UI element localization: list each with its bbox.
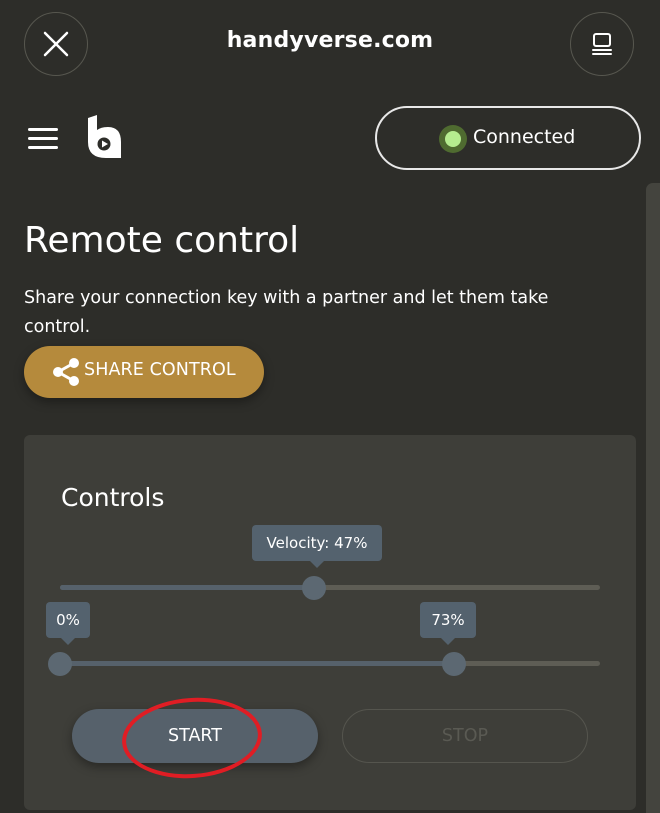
share-icon	[53, 358, 79, 386]
velocity-slider-thumb[interactable]	[302, 576, 326, 600]
stop-button[interactable]: STOP	[342, 709, 588, 763]
velocity-tooltip: Velocity: 47%	[252, 525, 382, 568]
range-min-tooltip: 0%	[46, 602, 90, 645]
share-control-button[interactable]: SHARE CONTROL	[24, 346, 264, 398]
range-max-tooltip: 73%	[420, 602, 476, 645]
velocity-slider-fill	[60, 585, 314, 590]
page-title: Remote control	[24, 220, 300, 261]
share-control-label: SHARE CONTROL	[84, 360, 236, 380]
controls-title: Controls	[61, 483, 165, 512]
url-label[interactable]: handyverse.com	[130, 28, 530, 53]
page-description: Share your connection key with a partner…	[24, 288, 549, 337]
connection-status-label: Connected	[473, 126, 576, 148]
range-slider-max-thumb[interactable]	[442, 652, 466, 676]
controls-card: Controls Velocity: 47% 0% 73% START STOP	[24, 435, 636, 810]
tabs-button[interactable]	[570, 12, 634, 76]
connection-status-pill[interactable]: Connected	[375, 106, 641, 170]
hamburger-menu-icon[interactable]	[28, 128, 58, 150]
range-slider-min-thumb[interactable]	[48, 652, 72, 676]
close-button[interactable]	[24, 12, 88, 76]
range-min-label: 0%	[56, 611, 80, 629]
handyverse-logo[interactable]	[84, 114, 124, 160]
range-max-label: 73%	[431, 611, 465, 629]
tabs-icon	[592, 33, 612, 55]
stop-label: STOP	[441, 726, 489, 746]
range-slider-fill	[60, 661, 454, 666]
velocity-label: Velocity: 47%	[266, 534, 368, 552]
page-scrollbar[interactable]	[646, 183, 660, 813]
close-icon	[43, 31, 69, 57]
browser-top-bar: handyverse.com	[0, 0, 660, 92]
connection-status-dot	[439, 125, 467, 153]
